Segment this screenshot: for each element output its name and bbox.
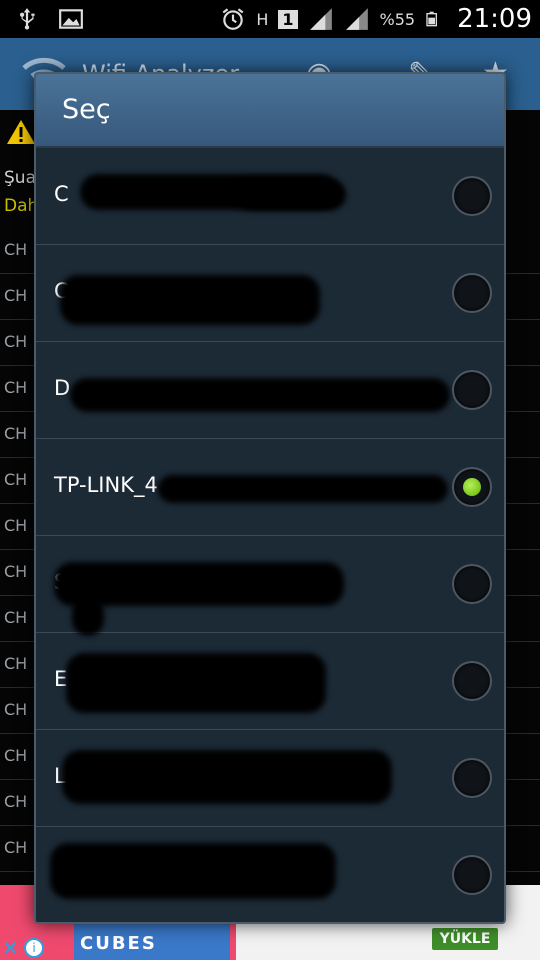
image-icon (59, 9, 83, 29)
redaction-mark (50, 843, 336, 899)
radio-button[interactable] (452, 467, 492, 507)
redaction-mark (158, 475, 448, 503)
redaction-mark (70, 378, 450, 412)
dialog-header: Seç (36, 74, 504, 148)
channel-row-label: CH (4, 562, 28, 581)
wifi-option[interactable]: C (36, 148, 504, 245)
battery-icon (426, 11, 438, 27)
channel-row-label: CH (4, 332, 28, 351)
channel-row-label: CH (4, 516, 28, 535)
signal-icon (345, 8, 368, 30)
wifi-option-label: TP-LINK_4 (54, 473, 158, 497)
radio-button[interactable] (452, 370, 492, 410)
channel-row-label: CH (4, 792, 28, 811)
wifi-option[interactable]: L (36, 730, 504, 827)
network-h-icon: H (256, 9, 269, 29)
wifi-option[interactable] (36, 827, 504, 922)
wifi-option-label: C (54, 182, 69, 206)
radio-button[interactable] (452, 758, 492, 798)
wifi-option-label: D (54, 376, 71, 400)
radio-button[interactable] (452, 176, 492, 216)
channel-row-label: CH (4, 838, 28, 857)
wifi-option[interactable]: TP-LINK_4 (36, 439, 504, 536)
channel-row-label: CH (4, 700, 28, 719)
select-dialog: Seç C C D TP-LINK_4 SEL (34, 72, 506, 924)
battery-percent: %55 (379, 9, 416, 29)
redaction-mark (62, 750, 392, 804)
channel-row-label: CH (4, 608, 28, 627)
sim-1-icon: 1 (278, 9, 298, 29)
channel-row-label: CH (4, 470, 28, 489)
usb-icon (19, 8, 35, 30)
radio-button[interactable] (452, 273, 492, 313)
wifi-option[interactable]: S (36, 536, 504, 636)
radio-button[interactable] (452, 855, 492, 895)
redaction-mark (236, 180, 346, 210)
channel-row-label: CH (4, 240, 28, 259)
ad-close-icon[interactable]: ✕ (2, 936, 19, 960)
radio-button[interactable] (452, 661, 492, 701)
radio-button[interactable] (452, 564, 492, 604)
status-bar: H 1 %55 21:09 (0, 0, 540, 38)
warning-icon (7, 120, 35, 144)
redaction-mark (72, 596, 104, 636)
channel-row-label: CH (4, 746, 28, 765)
redaction-mark (66, 653, 326, 713)
channel-row-label: CH (4, 378, 28, 397)
dialog-title: Seç (62, 94, 111, 125)
clock: 21:09 (457, 4, 532, 34)
wifi-option[interactable]: E (36, 633, 504, 730)
ad-game-title: CUBES (80, 933, 157, 954)
screen: H 1 %55 21:09 Wifi Analyzer ◉ ✎ ★ Şua Da… (0, 0, 540, 960)
channel-row-label: CH (4, 654, 28, 673)
redaction-mark (60, 275, 320, 325)
wifi-option[interactable]: D (36, 342, 504, 439)
wifi-option[interactable]: C (36, 245, 504, 342)
channel-row-label: CH (4, 286, 28, 305)
alarm-icon (222, 8, 244, 30)
ad-install-button[interactable]: YÜKLE (432, 928, 498, 950)
channel-row-label: CH (4, 424, 28, 443)
signal-icon (309, 8, 332, 30)
ad-info-icon[interactable]: i (24, 938, 44, 958)
bg-text-line1: Şua (4, 168, 36, 188)
